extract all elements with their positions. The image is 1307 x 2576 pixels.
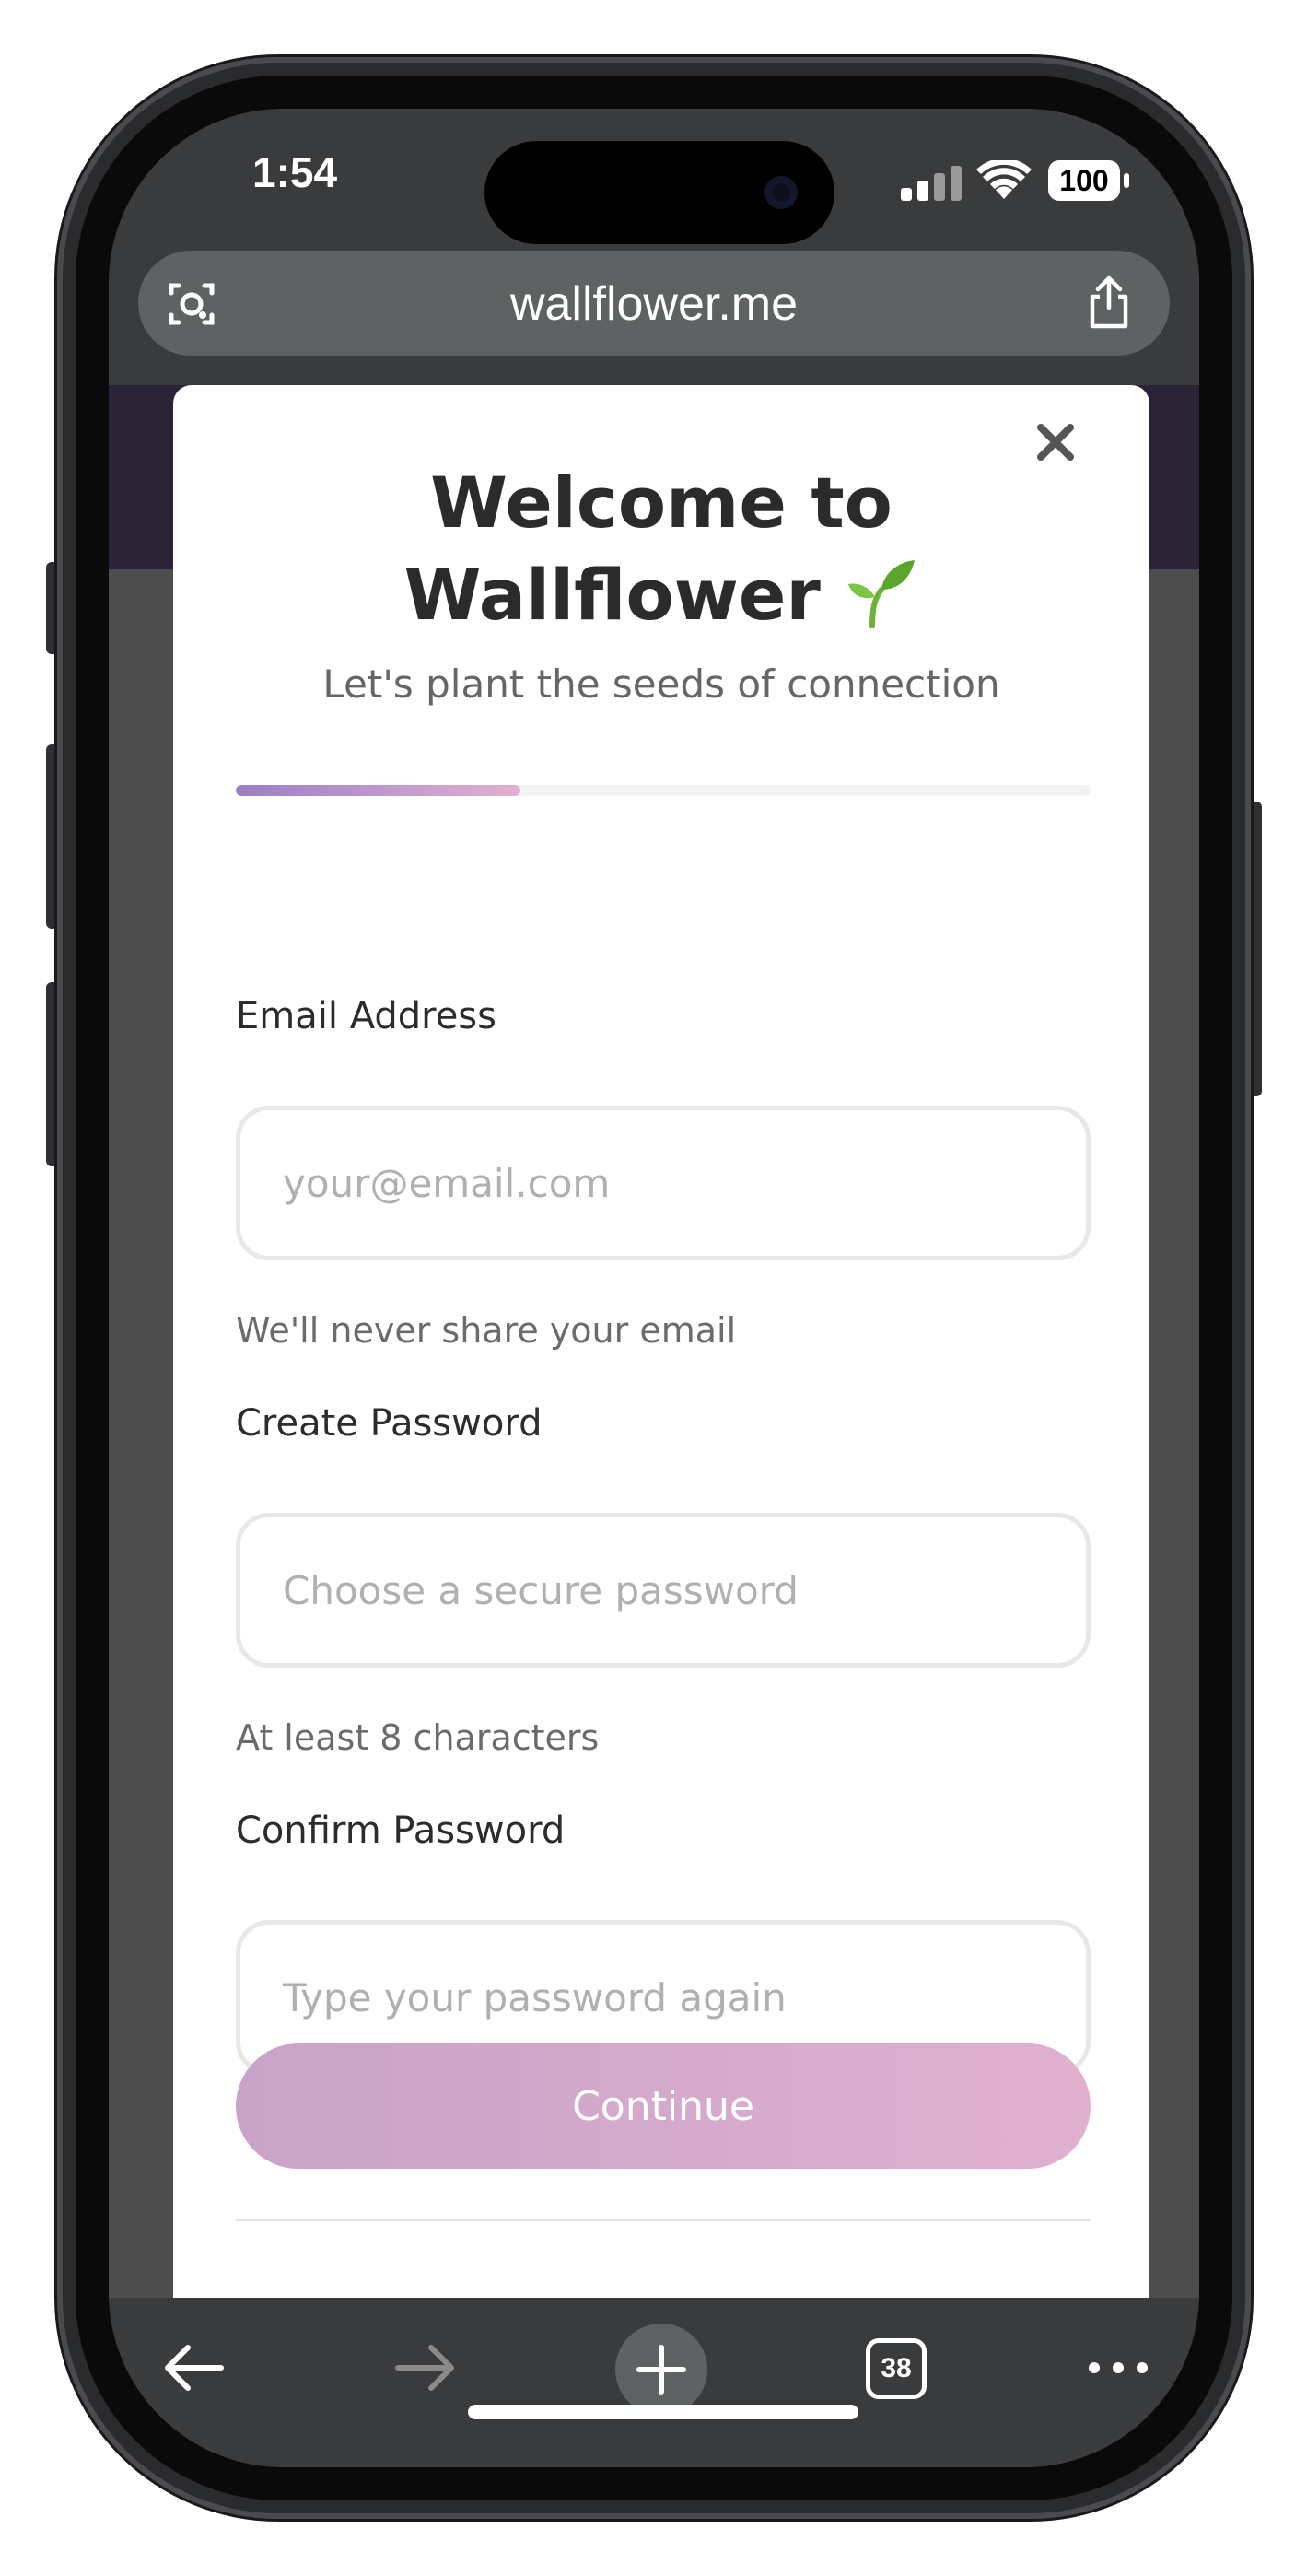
home-indicator xyxy=(468,2405,858,2419)
status-bar: 1:54 100 xyxy=(109,109,1199,247)
screen: 1:54 100 wallflower.me Welcome to Wallfl… xyxy=(109,109,1199,2467)
title-line-1: Welcome to xyxy=(430,462,893,544)
new-tab-button[interactable] xyxy=(615,2324,707,2416)
progress-bar xyxy=(236,785,1091,796)
continue-button[interactable]: Continue xyxy=(236,2043,1091,2169)
back-arrow-icon[interactable] xyxy=(157,2331,230,2405)
front-camera xyxy=(764,176,798,209)
modal-title: Welcome to Wallflower xyxy=(173,457,1149,641)
modal-subtitle: Let's plant the seeds of connection xyxy=(322,662,1000,707)
url-text: wallflower.me xyxy=(509,277,799,331)
status-time: 1:54 xyxy=(252,148,338,196)
title-brand: Wallflower xyxy=(403,554,821,636)
signup-modal: Welcome to Wallflower Let's plant the se… xyxy=(173,385,1149,2394)
plus-icon xyxy=(636,2345,686,2395)
email-field[interactable] xyxy=(236,1106,1091,1260)
password-field[interactable] xyxy=(236,1513,1091,1668)
tabs-button[interactable]: 38 xyxy=(866,2338,927,2399)
wifi-icon xyxy=(976,160,1032,199)
title-line-2: Wallflower xyxy=(173,549,1149,641)
cellular-signal-icon xyxy=(901,164,965,201)
confirm-password-label: Confirm Password xyxy=(236,1809,566,1852)
power-button xyxy=(1249,802,1262,1096)
address-bar[interactable]: wallflower.me xyxy=(138,251,1170,356)
forward-arrow-icon[interactable] xyxy=(389,2331,462,2405)
progress-fill xyxy=(236,785,521,796)
divider xyxy=(236,2219,1091,2221)
share-icon[interactable] xyxy=(1085,275,1133,330)
seedling-icon xyxy=(848,560,916,628)
more-icon[interactable] xyxy=(1081,2331,1155,2405)
battery-nub xyxy=(1124,173,1129,188)
battery-level: 100 xyxy=(1048,160,1120,201)
browser-toolbar: 38 xyxy=(109,2298,1199,2467)
email-hint: We'll never share your email xyxy=(236,1310,737,1351)
password-hint: At least 8 characters xyxy=(236,1717,600,1758)
password-label: Create Password xyxy=(236,1402,543,1445)
dynamic-island xyxy=(484,141,834,244)
email-label: Email Address xyxy=(236,995,496,1037)
